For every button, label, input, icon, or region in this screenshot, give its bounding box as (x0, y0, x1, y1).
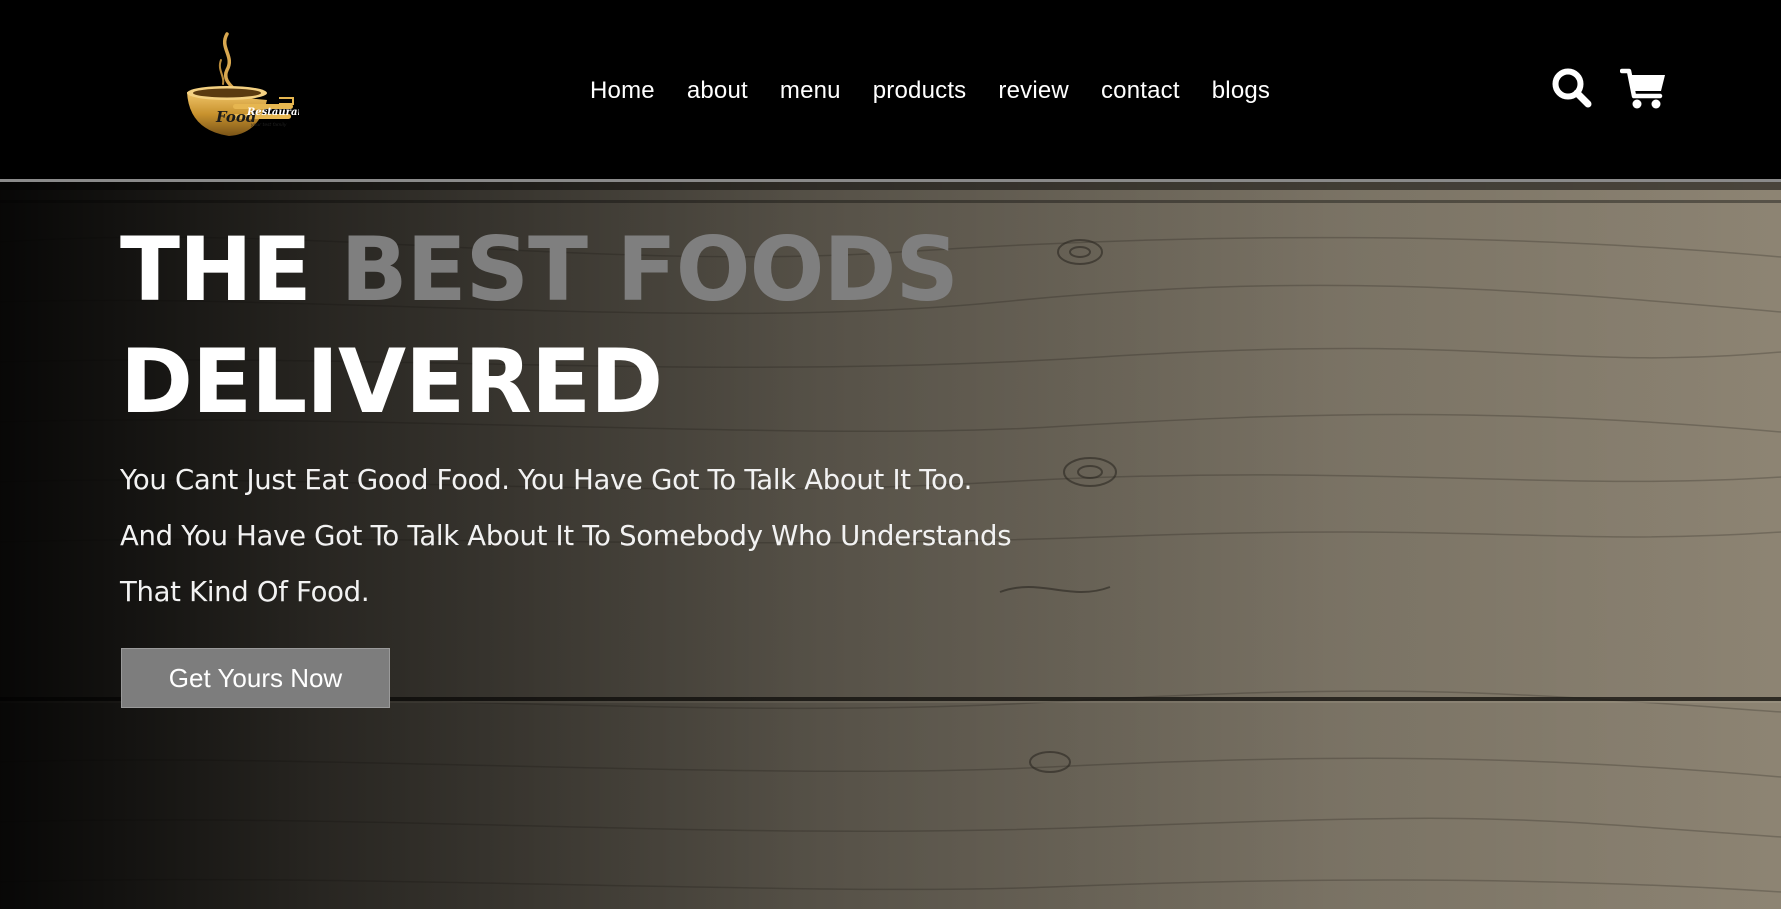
search-icon (1552, 68, 1592, 108)
hero-text-line: That Kind Of Food. (120, 576, 370, 608)
logo-tagline: your test family (250, 122, 287, 128)
hero-section: THE BEST FOODS DELIVERED You Cant Just Ea… (0, 182, 1781, 909)
shopping-cart-icon (1619, 68, 1665, 109)
hero-title-accent: BEST FOODS (340, 218, 958, 321)
nav-link-contact[interactable]: contact (1101, 77, 1180, 105)
food-restaurant-logo-icon: Food Restaurant your test family (187, 32, 310, 136)
cart-button[interactable] (1619, 66, 1665, 110)
nav-link-menu[interactable]: menu (780, 77, 841, 105)
search-button[interactable] (1550, 66, 1594, 110)
main-nav: Home about menu products review contact … (590, 74, 1270, 108)
site-logo[interactable]: Food Restaurant your test family (183, 30, 310, 142)
hero-description: You Cant Just Eat Good Food. You Have Go… (120, 452, 1080, 620)
hero-title-part1: THE (120, 218, 341, 321)
logo-word-restaurant: Restaurant (246, 107, 299, 118)
hero-text-line: You Cant Just Eat Good Food. You Have Go… (120, 464, 973, 496)
nav-link-blogs[interactable]: blogs (1212, 77, 1270, 105)
get-yours-now-button[interactable]: Get Yours Now (121, 648, 390, 708)
nav-link-home[interactable]: Home (590, 77, 655, 105)
hero-title: THE BEST FOODS DELIVERED (120, 214, 959, 438)
nav-link-about[interactable]: about (687, 77, 748, 105)
nav-link-review[interactable]: review (998, 77, 1069, 105)
hero-title-line2: DELIVERED (120, 330, 663, 433)
page: Food Restaurant your test family Home ab… (0, 0, 1781, 909)
nav-link-products[interactable]: products (873, 77, 967, 105)
hero-text-line: And You Have Got To Talk About It To Som… (120, 520, 1012, 552)
site-header: Food Restaurant your test family Home ab… (0, 0, 1781, 182)
